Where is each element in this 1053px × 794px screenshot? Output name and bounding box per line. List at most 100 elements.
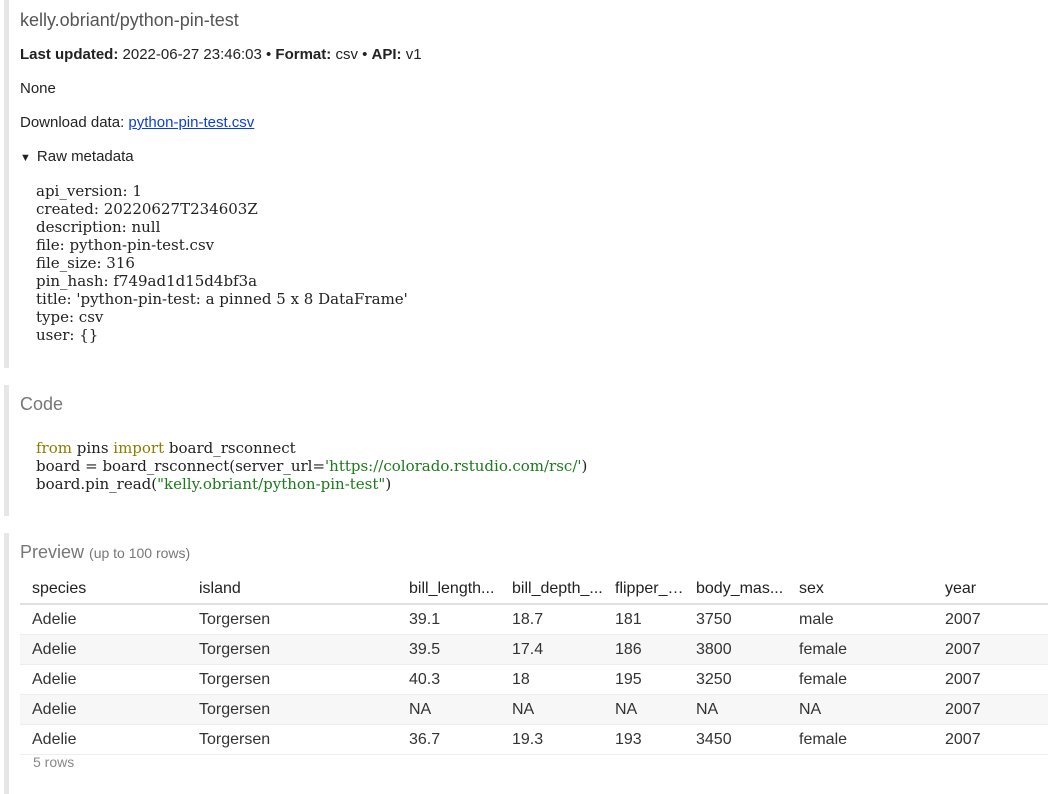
metadata-line: user: {}	[36, 326, 99, 344]
code-title: Code	[20, 394, 64, 414]
raw-metadata-label: Raw metadata	[36, 148, 134, 165]
column-header[interactable]: body_mas...	[684, 575, 787, 605]
table-cell: 40.3	[397, 664, 500, 695]
table-cell: Adelie	[20, 634, 187, 665]
code-text: board_rsconnect	[164, 439, 296, 457]
column-header[interactable]: flipper_l...	[603, 575, 684, 605]
table-cell: 18.7	[500, 604, 603, 635]
column-header[interactable]: island	[187, 575, 397, 605]
table-cell: 17.4	[500, 634, 603, 665]
metadata-line: file: python-pin-test.csv	[36, 236, 215, 254]
column-header[interactable]: species	[20, 575, 187, 605]
column-header[interactable]: bill_length...	[397, 575, 500, 605]
metadata-line: file_size: 316	[36, 254, 135, 272]
keyword: from	[36, 439, 72, 457]
raw-metadata-toggle[interactable]: ▼ Raw metadata	[20, 148, 134, 165]
table-cell: 181	[603, 604, 684, 635]
table-cell: Torgersen	[187, 724, 397, 755]
table-row: Adelie Torgersen 39.1 18.7 181 3750 male…	[20, 604, 1048, 635]
string-literal: "kelly.obriant/python-pin-test"	[157, 475, 386, 493]
pin-title: kelly.obriant/python-pin-test	[20, 10, 239, 30]
code-text: board = board_rsconnect(server_url=	[36, 457, 326, 475]
download-label: Download data:	[20, 114, 125, 131]
column-header[interactable]: sex	[787, 575, 933, 605]
table-cell: Torgersen	[187, 634, 397, 665]
disclosure-triangle-icon: ▼	[20, 152, 31, 164]
table-cell: 39.5	[397, 634, 500, 665]
format-label: Format:	[275, 46, 332, 63]
table-cell: Adelie	[20, 604, 187, 635]
table-row: Adelie Torgersen 36.7 19.3 193 3450 fema…	[20, 724, 1048, 755]
table-cell: 195	[603, 664, 684, 695]
table-cell: 18	[500, 664, 603, 695]
preview-section: Preview (up to 100 rows) species island …	[4, 533, 1053, 794]
code-text: )	[581, 457, 588, 475]
column-header[interactable]: bill_depth_...	[500, 575, 603, 605]
table-cell: 3450	[684, 724, 787, 755]
table-cell: Torgersen	[187, 664, 397, 695]
metadata-line: type: csv	[36, 308, 104, 326]
table-cell: NA	[397, 694, 500, 725]
table-cell: female	[787, 664, 933, 695]
table-cell: 193	[603, 724, 684, 755]
metadata-section: kelly.obriant/python-pin-test Last updat…	[4, 0, 1053, 368]
table-cell: NA	[603, 694, 684, 725]
pin-info-line: Last updated: 2022-06-27 23:46:03 • Form…	[20, 46, 422, 63]
table-cell: Adelie	[20, 724, 187, 755]
table-cell: NA	[787, 694, 933, 725]
code-text: pins	[71, 439, 114, 457]
last-updated-label: Last updated:	[20, 46, 119, 63]
table-cell: Adelie	[20, 694, 187, 725]
metadata-line: pin_hash: f749ad1d15d4bf3a	[36, 272, 258, 290]
table-row: Adelie Torgersen 39.5 17.4 186 3800 fema…	[20, 634, 1048, 665]
table-cell: 2007	[933, 724, 1048, 755]
table-cell: 186	[603, 634, 684, 665]
table-cell: NA	[500, 694, 603, 725]
last-updated-value: 2022-06-27 23:46:03	[122, 46, 262, 63]
row-count: 5 rows	[33, 754, 75, 770]
api-value: v1	[405, 46, 422, 63]
separator: •	[362, 46, 368, 63]
download-link[interactable]: python-pin-test.csv	[128, 114, 254, 131]
table-cell: male	[787, 604, 933, 635]
metadata-line: created: 20220627T234603Z	[36, 200, 258, 218]
code-block[interactable]: from pins import board_rsconnect board =…	[36, 439, 587, 493]
table-cell: 2007	[933, 634, 1048, 665]
preview-table: species island bill_length... bill_depth…	[20, 575, 1048, 755]
column-header[interactable]: year	[933, 575, 1048, 605]
code-text: )	[385, 475, 392, 493]
code-text: board.pin_read(	[36, 475, 158, 493]
table-cell: NA	[684, 694, 787, 725]
download-line: Download data: python-pin-test.csv	[20, 114, 254, 131]
table-row: Adelie Torgersen NA NA NA NA NA 2007	[20, 694, 1048, 725]
table-cell: 2007	[933, 604, 1048, 635]
separator: •	[265, 46, 272, 63]
string-literal: 'https://colorado.rstudio.com/rsc/'	[325, 457, 582, 475]
table-cell: 3250	[684, 664, 787, 695]
table-cell: 19.3	[500, 724, 603, 755]
metadata-line: title: 'python-pin-test: a pinned 5 x 8 …	[36, 290, 408, 308]
metadata-line: api_version: 1	[36, 182, 142, 200]
table-cell: 39.1	[397, 604, 500, 635]
table-cell: 3750	[684, 604, 787, 635]
metadata-line: description: null	[36, 218, 161, 236]
header-row: species island bill_length... bill_depth…	[20, 575, 1048, 605]
table-cell: Torgersen	[187, 604, 397, 635]
table-cell: 3800	[684, 634, 787, 665]
raw-metadata-block: api_version: 1 created: 20220627T234603Z…	[36, 182, 408, 344]
preview-subtitle: (up to 100 rows)	[89, 545, 191, 561]
table-cell: Torgersen	[187, 694, 397, 725]
table-cell: 2007	[933, 694, 1048, 725]
format-value: csv	[335, 46, 358, 63]
table-row: Adelie Torgersen 40.3 18 195 3250 female…	[20, 664, 1048, 695]
table-cell: female	[787, 724, 933, 755]
preview-title-text: Preview	[20, 542, 85, 562]
table-cell: female	[787, 634, 933, 665]
table-cell: 2007	[933, 664, 1048, 695]
keyword: import	[113, 439, 165, 457]
table-cell: Adelie	[20, 664, 187, 695]
code-section: Code from pins import board_rsconnect bo…	[4, 385, 1053, 516]
preview-title: Preview (up to 100 rows)	[20, 542, 190, 563]
api-label: API:	[371, 46, 402, 63]
table-cell: 36.7	[397, 724, 500, 755]
